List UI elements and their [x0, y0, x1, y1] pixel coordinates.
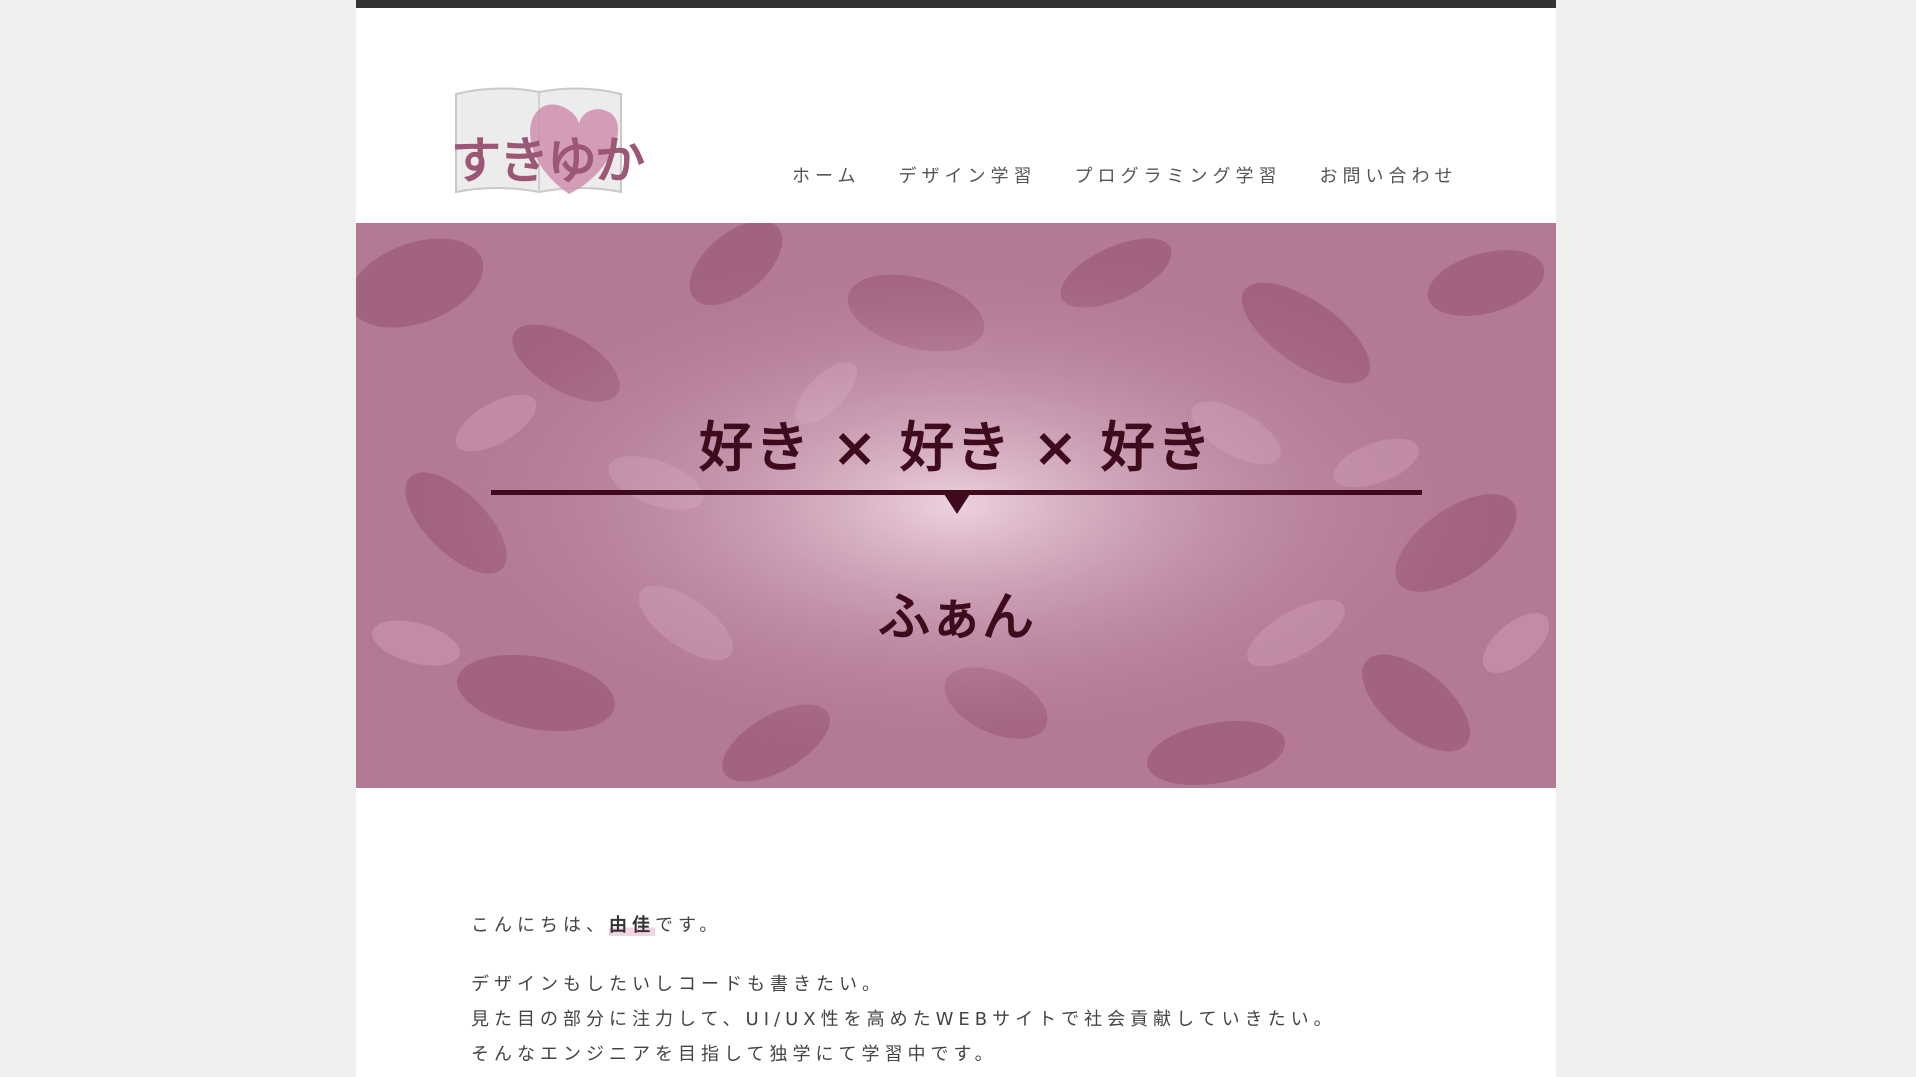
greeting-suffix: です。	[655, 915, 723, 936]
top-bar	[356, 0, 1556, 8]
main-nav: ホーム デザイン学習 プログラミング学習 お問い合わせ	[792, 162, 1457, 188]
hero-divider-pointer-icon	[944, 494, 970, 514]
hero-banner: 好き × 好き × 好き ふぁん	[356, 223, 1556, 788]
nav-programming-study[interactable]: プログラミング学習	[1074, 162, 1281, 188]
nav-contact[interactable]: お問い合わせ	[1319, 162, 1457, 188]
hero-headline: 好き × 好き × 好き	[699, 416, 1213, 479]
site-logo[interactable]: すきゆか	[451, 84, 645, 204]
logo-text: すきゆか	[451, 132, 645, 190]
nav-design-study[interactable]: デザイン学習	[898, 162, 1036, 188]
greeting-line: こんにちは、由佳です。	[471, 908, 1451, 943]
greeting-prefix: こんにちは、	[471, 915, 609, 936]
intro-text: こんにちは、由佳です。 デザインもしたいしコードも書きたい。 見た目の部分に注力…	[471, 908, 1451, 1072]
hero-subtitle: ふぁん	[877, 588, 1034, 648]
author-name: 由佳	[609, 915, 655, 936]
intro-line-2: 見た目の部分に注力して、UI/UX性を高めたWEBサイトで社会貢献していきたい。	[471, 1009, 1337, 1030]
intro-line-1: デザインもしたいしコードも書きたい。	[471, 974, 885, 995]
intro-line-3: そんなエンジニアを目指して独学にて学習中です。	[471, 1044, 998, 1065]
page: すきゆか ホーム デザイン学習 プログラミング学習 お問い合わせ 好き × 好き…	[356, 0, 1556, 1077]
nav-home[interactable]: ホーム	[792, 162, 860, 188]
